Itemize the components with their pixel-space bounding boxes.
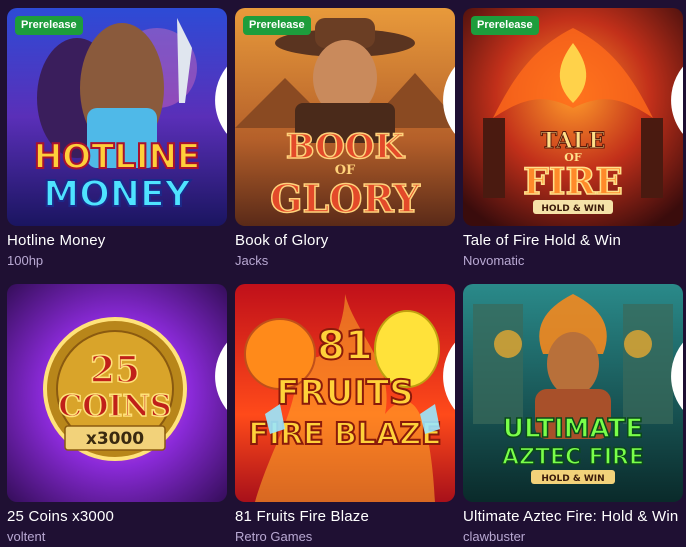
game-card-tale-of-fire[interactable]: TALE OF FIRE HOLD & WIN Prerelease Tale … bbox=[463, 8, 683, 268]
game-card-ultimate-aztec-fire[interactable]: ULTIMATE AZTEC FIRE HOLD & WIN Ultimate … bbox=[463, 284, 683, 544]
art-title-line2: MONEY bbox=[43, 174, 191, 215]
81-fruits-art: 81 FRUITS FIRE BLAZE bbox=[235, 284, 455, 502]
art-title-line3: HOLD & WIN bbox=[541, 474, 604, 484]
game-card-25-coins[interactable]: 25 COINS x3000 25 Coins x3000 voltent bbox=[7, 284, 227, 544]
tale-of-fire-art: TALE OF FIRE HOLD & WIN bbox=[463, 8, 683, 226]
art-title-line3: FIRE bbox=[523, 161, 623, 203]
game-thumbnail[interactable]: 81 FRUITS FIRE BLAZE bbox=[235, 284, 455, 502]
art-title-line4: HOLD & WIN bbox=[541, 204, 604, 214]
prerelease-badge: Prerelease bbox=[15, 16, 83, 35]
art-title-line2: AZTEC FIRE bbox=[502, 445, 644, 470]
game-grid: HOTLINE MONEY Prerelease Hotline Money 1… bbox=[0, 0, 686, 547]
game-thumbnail[interactable]: BOOK OF GLORY Prerelease bbox=[235, 8, 455, 226]
heart-outline-icon[interactable] bbox=[651, 14, 683, 134]
game-title[interactable]: Book of Glory bbox=[235, 232, 455, 249]
game-card-81-fruits-fire-blaze[interactable]: 81 FRUITS FIRE BLAZE 81 Fruits Fire Blaz… bbox=[235, 284, 455, 544]
game-provider: clawbuster bbox=[463, 529, 526, 544]
game-title[interactable]: Tale of Fire Hold & Win bbox=[463, 232, 683, 249]
game-provider: 100hp bbox=[7, 253, 44, 268]
25-coins-art: 25 COINS x3000 bbox=[7, 284, 227, 502]
game-title[interactable]: 25 Coins x3000 bbox=[7, 508, 227, 525]
game-title[interactable]: Ultimate Aztec Fire: Hold & Win bbox=[463, 508, 683, 525]
heart-outline-icon[interactable] bbox=[195, 14, 227, 134]
game-thumbnail[interactable]: TALE OF FIRE HOLD & WIN Prerelease bbox=[463, 8, 683, 226]
game-title[interactable]: 81 Fruits Fire Blaze bbox=[235, 508, 455, 525]
game-provider: Novomatic bbox=[463, 253, 525, 268]
game-thumbnail[interactable]: 25 COINS x3000 bbox=[7, 284, 227, 502]
game-card-book-of-glory[interactable]: BOOK OF GLORY Prerelease Book of Glory J… bbox=[235, 8, 455, 268]
game-thumbnail[interactable]: ULTIMATE AZTEC FIRE HOLD & WIN bbox=[463, 284, 683, 502]
game-provider: Jacks bbox=[235, 253, 269, 268]
art-title-line3: GLORY bbox=[270, 176, 421, 221]
art-title-line2: FRUITS bbox=[276, 373, 413, 413]
heart-outline-icon[interactable] bbox=[423, 290, 455, 410]
art-title-line1: 25 bbox=[90, 349, 140, 391]
hotline-money-art: HOTLINE MONEY bbox=[7, 8, 227, 226]
ultimate-aztec-fire-art: ULTIMATE AZTEC FIRE HOLD & WIN bbox=[463, 284, 683, 502]
art-title-line3: x3000 bbox=[86, 429, 144, 449]
game-thumbnail[interactable]: HOTLINE MONEY Prerelease bbox=[7, 8, 227, 226]
book-of-glory-art: BOOK OF GLORY bbox=[235, 8, 455, 226]
game-provider: Retro Games bbox=[235, 529, 313, 544]
prerelease-badge: Prerelease bbox=[243, 16, 311, 35]
art-title-line1: ULTIMATE bbox=[503, 414, 643, 444]
art-title-line2: COINS bbox=[58, 389, 171, 424]
heart-outline-icon[interactable] bbox=[195, 290, 227, 410]
heart-outline-icon[interactable] bbox=[651, 290, 683, 410]
game-title[interactable]: Hotline Money bbox=[7, 232, 227, 249]
art-title-line1: 81 bbox=[317, 323, 373, 369]
game-provider: voltent bbox=[7, 529, 46, 544]
game-card-hotline-money[interactable]: HOTLINE MONEY Prerelease Hotline Money 1… bbox=[7, 8, 227, 268]
art-title-line1: HOTLINE bbox=[34, 137, 201, 177]
heart-outline-icon[interactable] bbox=[423, 14, 455, 134]
prerelease-badge: Prerelease bbox=[471, 16, 539, 35]
art-title-line1: BOOK bbox=[286, 127, 406, 167]
